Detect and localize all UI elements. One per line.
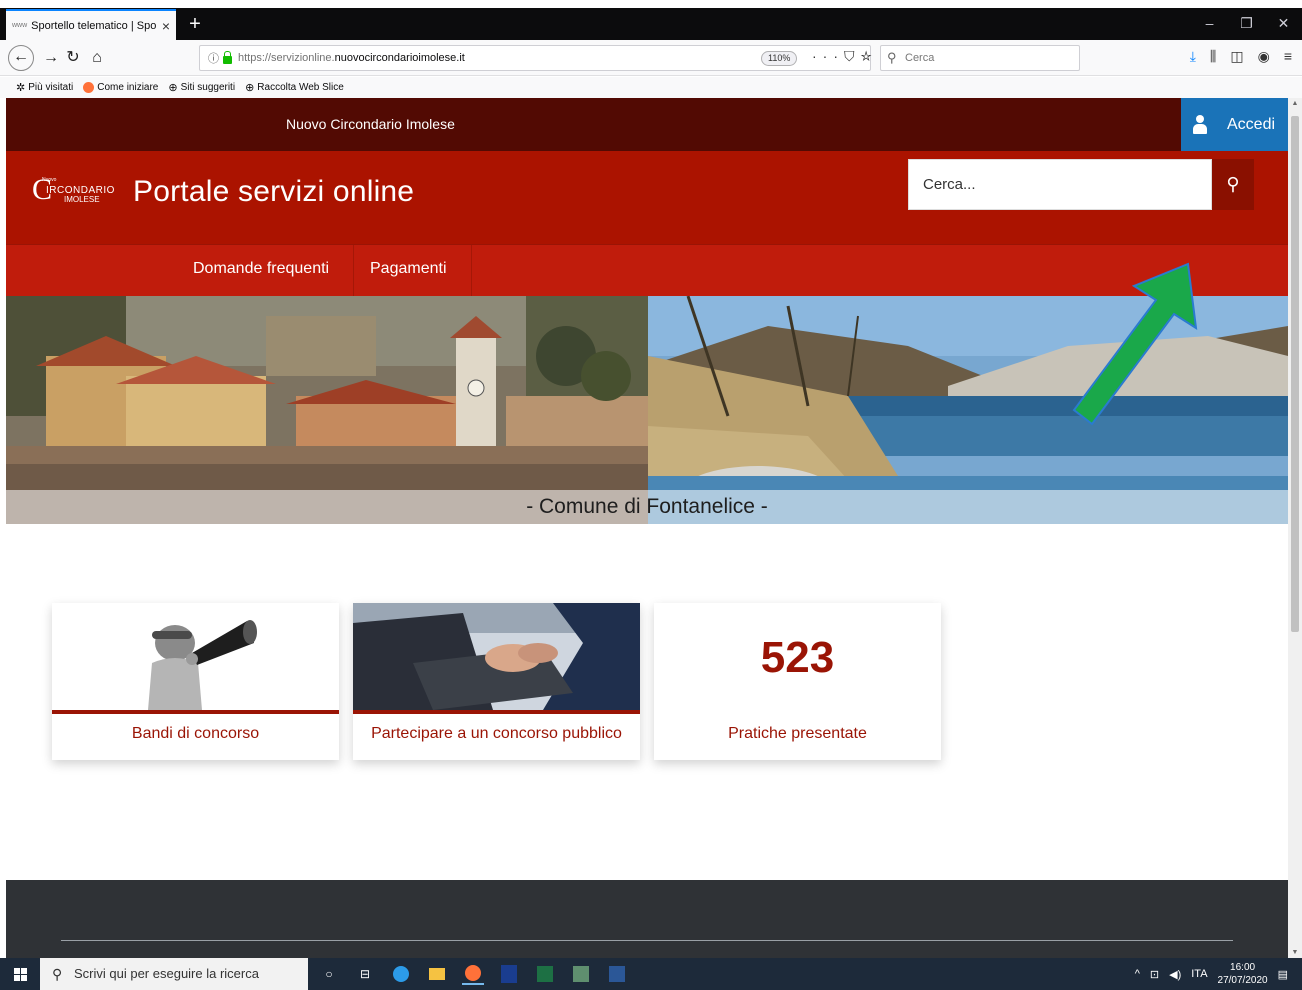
reload-button[interactable]: ↻: [60, 46, 86, 70]
org-name[interactable]: Nuovo Circondario Imolese: [286, 98, 455, 151]
web-page: Nuovo Circondario Imolese Accedi C Nuovo…: [6, 98, 1288, 958]
gear-icon: ✲: [16, 82, 26, 94]
card-label[interactable]: Bandi di concorso: [52, 725, 339, 743]
login-button[interactable]: Accedi: [1181, 98, 1288, 151]
browser-search-input[interactable]: ⚲ Cerca: [880, 45, 1080, 71]
url-prefix: https://servizionline.: [238, 52, 335, 64]
account-icon[interactable]: ◉: [1258, 48, 1270, 65]
handshake-image: [353, 603, 640, 710]
scroll-up-icon[interactable]: ▲: [1288, 100, 1302, 107]
hero-caption: - Comune di Fontanelice -: [6, 490, 1288, 524]
scroll-down-icon[interactable]: ▼: [1288, 949, 1302, 956]
site-logo[interactable]: C Nuovo IRCONDARIO IMOLESE: [32, 175, 114, 211]
home-button[interactable]: ⌂: [84, 46, 110, 70]
search-icon: ⚲: [1226, 174, 1240, 194]
bookmark-most-visited[interactable]: ✲ Più visitati: [16, 81, 73, 94]
restore-icon[interactable]: ❐: [1228, 8, 1265, 40]
window-controls: – ❐ ✕: [1191, 8, 1302, 40]
portal-title[interactable]: Portale servizi online: [133, 175, 414, 209]
card-partecipare-concorso[interactable]: Partecipare a un concorso pubblico: [353, 603, 640, 760]
org-strip: Nuovo Circondario Imolese Accedi: [6, 98, 1288, 151]
globe-icon: ⊕: [245, 82, 255, 94]
lock-icon[interactable]: [223, 51, 232, 64]
notifications-icon[interactable]: ▤: [1278, 968, 1288, 981]
sidebar-icon[interactable]: ◫: [1230, 48, 1243, 65]
card-bandi-concorso[interactable]: Bandi di concorso: [52, 603, 339, 760]
app-icon[interactable]: [498, 963, 520, 985]
site-header: C Nuovo IRCONDARIO IMOLESE Portale servi…: [6, 151, 1288, 244]
back-button[interactable]: ←: [8, 45, 34, 71]
globe-icon: ⊕: [168, 82, 178, 94]
word-icon[interactable]: [606, 963, 628, 985]
firefox-icon[interactable]: [462, 963, 484, 985]
system-tray: ^ ⊡ ◀) ITA 16:00 27/07/2020 ▤: [1135, 958, 1288, 990]
task-view-icon[interactable]: ⊟: [354, 963, 376, 985]
menu-icon[interactable]: ≡: [1284, 48, 1292, 65]
new-tab-button[interactable]: +: [183, 10, 207, 38]
browser-navbar: ← → ↻ ⌂ ⓘ https://servizionline. nuovocir…: [0, 40, 1302, 76]
screen: www Sportello telematico | Sportello × +…: [0, 0, 1302, 990]
bookmark-getting-started[interactable]: Come iniziare: [83, 82, 158, 93]
volume-icon[interactable]: ◀): [1169, 968, 1181, 981]
browser-tabbar: www Sportello telematico | Sportello × +…: [0, 0, 1302, 40]
address-bar[interactable]: ⓘ https://servizionline. nuovocircondario…: [199, 45, 872, 71]
site-footer: [6, 880, 1288, 958]
windows-taskbar: ⚲ Scrivi qui per eseguire la ricerca ○ ⊟…: [0, 958, 1302, 990]
bookmark-suggested-sites[interactable]: ⊕ Siti suggeriti: [168, 81, 235, 94]
bookmark-web-slice[interactable]: ⊕ Raccolta Web Slice: [245, 81, 344, 94]
pocket-icon[interactable]: ⛉: [844, 48, 861, 64]
info-icon[interactable]: ⓘ: [208, 50, 219, 66]
card-pratiche-presentate[interactable]: 523 Pratiche presentate: [654, 603, 941, 760]
tab-title: Sportello telematico | Sportello: [31, 19, 156, 32]
site-search-input[interactable]: Cerca...: [908, 159, 1212, 210]
login-label: Accedi: [1227, 115, 1276, 133]
card-label[interactable]: Partecipare a un concorso pubblico: [353, 725, 640, 743]
search-icon: ⚲: [887, 50, 897, 65]
clock[interactable]: 16:00 27/07/2020: [1218, 961, 1268, 987]
snipping-tool-icon[interactable]: [570, 963, 592, 985]
megaphone-child-image: [52, 603, 339, 710]
downloads-icon[interactable]: ⤓: [1190, 48, 1196, 65]
zoom-indicator[interactable]: 110%: [761, 51, 798, 66]
page-scrollbar[interactable]: ▲ ▼: [1288, 98, 1302, 958]
menu-item-payments[interactable]: Pagamenti: [346, 245, 472, 297]
excel-icon[interactable]: [534, 963, 556, 985]
close-window-icon[interactable]: ✕: [1265, 8, 1302, 40]
menu-item-faq[interactable]: Domande frequenti: [169, 245, 355, 297]
windows-start-icon[interactable]: [14, 968, 28, 982]
library-icon[interactable]: ⫼: [1210, 48, 1216, 65]
close-tab-icon[interactable]: ×: [162, 18, 170, 34]
url-domain: nuovocircondarioimolese.it: [334, 52, 465, 64]
file-explorer-icon[interactable]: [426, 963, 448, 985]
edge-icon[interactable]: [390, 963, 412, 985]
language-indicator[interactable]: ITA: [1191, 968, 1207, 980]
scrollbar-thumb[interactable]: [1291, 116, 1299, 632]
minimize-icon[interactable]: –: [1191, 8, 1228, 40]
pratiche-count: 523: [760, 633, 835, 682]
card-label[interactable]: Pratiche presentate: [654, 725, 941, 743]
page-actions-icon[interactable]: ···: [812, 48, 844, 64]
user-icon: [1193, 114, 1207, 135]
browser-tab[interactable]: www Sportello telematico | Sportello ×: [6, 9, 176, 40]
tab-favicon: www: [12, 22, 28, 29]
cortana-icon[interactable]: ○: [318, 963, 340, 985]
site-search-button[interactable]: ⚲: [1212, 159, 1254, 210]
firefox-icon: [83, 82, 95, 93]
bookmarks-toolbar: ✲ Più visitati Come iniziare ⊕ Siti sugger…: [0, 77, 1302, 98]
taskbar-search-input[interactable]: ⚲ Scrivi qui per eseguire la ricerca: [40, 958, 308, 990]
chevron-up-icon[interactable]: ^: [1135, 968, 1140, 980]
network-icon[interactable]: ⊡: [1150, 968, 1159, 981]
annotation-arrow: [1072, 262, 1198, 426]
search-icon: ⚲: [52, 966, 63, 982]
bookmark-star-icon[interactable]: ☆: [861, 48, 878, 64]
